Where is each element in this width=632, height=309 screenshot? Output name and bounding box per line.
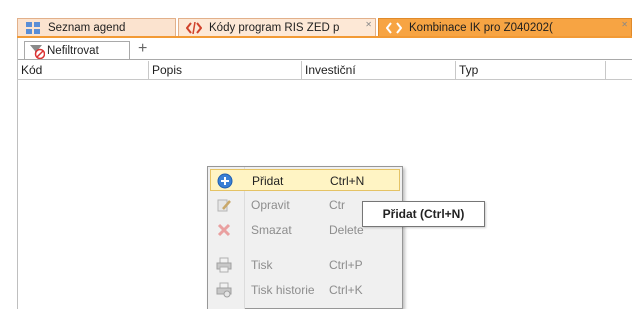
menu-item-shortcut: Ctr [329, 198, 345, 212]
column-header-popis[interactable]: Popis [149, 61, 302, 80]
filter-tab-nefiltrovat[interactable]: Nefiltrovat [24, 41, 130, 60]
filter-tab-label: Nefiltrovat [47, 44, 99, 57]
close-icon[interactable]: ✕ [365, 20, 372, 29]
menu-item-label: Tisk historie [251, 283, 315, 297]
tab-kombinace-ik[interactable]: Kombinace IK pro Z040202( ✕ [378, 18, 632, 37]
context-menu: Přidat Ctrl+N Opravit Ctr Smazat Delete [207, 166, 403, 309]
tab-seznam-agend[interactable]: Seznam agend [17, 18, 176, 37]
menu-item-label: Smazat [251, 223, 292, 237]
delete-icon [216, 222, 232, 238]
menu-item-label: Opravit [251, 198, 290, 212]
menu-item-tisk-historie[interactable]: Tisk historie Ctrl+K [210, 279, 400, 301]
add-filter-button[interactable]: + [138, 40, 147, 58]
tab-label: Kombinace IK pro Z040202( [409, 22, 553, 34]
code-icon [185, 20, 203, 36]
close-icon[interactable]: ✕ [621, 20, 628, 29]
menu-item-shortcut: Ctrl+P [329, 258, 363, 272]
print-icon [216, 257, 232, 273]
edit-icon [216, 197, 232, 213]
menu-item-shortcut: Delete [329, 223, 364, 237]
code-icon [385, 20, 403, 36]
tab-label: Seznam agend [48, 22, 126, 34]
menu-item-label: Tisk [251, 258, 273, 272]
menu-item-shortcut: Ctrl+K [329, 283, 363, 297]
plus-circle-icon [217, 173, 233, 189]
menu-item-tisk[interactable]: Tisk Ctrl+P [210, 254, 400, 276]
grid-icon [24, 20, 42, 36]
filter-bar: Nefiltrovat + [17, 38, 632, 61]
menu-item-shortcut: Ctrl+N [330, 174, 365, 188]
document-tab-bar: Seznam agend Kódy program RIS ZED p ✕ Ko… [0, 0, 632, 38]
column-header-typ[interactable]: Typ [456, 61, 606, 80]
column-header-investicni[interactable]: Investiční [302, 61, 456, 80]
filter-clear-icon [29, 43, 45, 59]
tooltip: Přidat (Ctrl+N) [362, 201, 485, 227]
grid-header: Kód Popis Investiční Typ [17, 61, 632, 80]
tab-kody-program[interactable]: Kódy program RIS ZED p ✕ [178, 18, 376, 37]
menu-item-label: Přidat [252, 174, 284, 188]
column-header-kod[interactable]: Kód [18, 61, 149, 80]
divider [18, 59, 632, 60]
menu-item-pridat[interactable]: Přidat Ctrl+N [210, 169, 400, 191]
tab-label: Kódy program RIS ZED p [209, 22, 340, 34]
print-history-icon [216, 282, 232, 298]
